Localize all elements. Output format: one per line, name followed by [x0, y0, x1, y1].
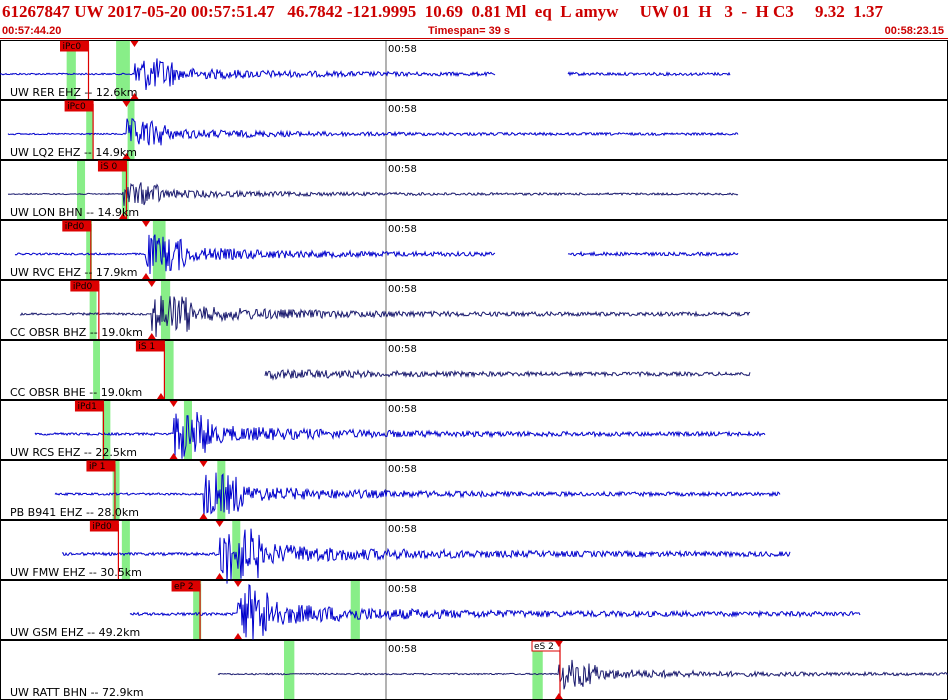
- phase-pick-code: iPc0: [63, 42, 82, 52]
- arrival-marker-top: [199, 461, 208, 467]
- station-panel[interactable]: 00:58 eP 2 UW GSM EHZ -- 49.2km: [0, 580, 948, 640]
- panel-frame: [0, 460, 948, 520]
- phase-pick-code: iPd0: [65, 222, 85, 232]
- station-label: UW RER EHZ -- 12.6km: [10, 86, 137, 99]
- station-label: CC OBSR BHZ -- 19.0km: [10, 326, 143, 339]
- panel-frame: [0, 580, 948, 640]
- arrival-marker-bottom: [199, 513, 208, 519]
- station-label: CC OBSR BHE -- 19.0km: [10, 386, 142, 399]
- phase-pick-code: iPd0: [73, 282, 93, 292]
- station-label: UW RCS EHZ -- 22.5km: [10, 446, 137, 459]
- waveform-trace: [129, 584, 861, 640]
- arrival-marker-top: [142, 221, 150, 227]
- panel-frame: [0, 400, 948, 460]
- minute-tick-label: 00:58: [388, 104, 417, 115]
- station-panel[interactable]: 00:58 iPd1 UW RCS EHZ -- 22.5km: [0, 400, 948, 460]
- waveform-trace: [567, 71, 731, 77]
- phase-pick-code: iPd1: [77, 402, 96, 412]
- phase-pick-code: iPd0: [92, 522, 112, 532]
- phase-pick-code: iP 1: [89, 462, 106, 472]
- phase-pick-code: iS 0: [100, 162, 117, 172]
- pick-window-highlight: [164, 341, 174, 399]
- waveform-trace: [7, 118, 739, 146]
- waveform-trace: [54, 472, 781, 517]
- station-panel[interactable]: 00:58 iPd0 UW RVC EHZ -- 17.9km: [0, 220, 948, 280]
- minute-tick-label: 00:58: [388, 224, 417, 235]
- station-panel[interactable]: 00:58 iS 0 UW LON BHN -- 14.9km: [0, 160, 948, 220]
- panel-frame: [0, 220, 948, 280]
- pick-window-highlight: [284, 641, 295, 699]
- minute-tick-label: 00:58: [388, 644, 417, 655]
- waveform-trace: [217, 659, 948, 690]
- minute-tick-label: 00:58: [388, 524, 417, 535]
- waveform-trace: [264, 368, 751, 381]
- station-panel[interactable]: 00:58 eS 2 UW RATT BHN -- 72.9km: [0, 640, 948, 700]
- arrival-marker-top: [130, 41, 139, 47]
- pick-window-highlight: [350, 581, 360, 639]
- minute-tick-label: 00:58: [388, 284, 417, 295]
- arrival-marker-bottom: [142, 273, 150, 279]
- minute-tick-label: 00:58: [388, 344, 417, 355]
- minute-tick-label: 00:58: [388, 164, 417, 175]
- phase-pick-code: eS 2: [534, 642, 554, 652]
- station-label: UW GSM EHZ -- 49.2km: [10, 626, 140, 639]
- waveform-trace: [34, 411, 766, 459]
- arrival-marker-top: [234, 581, 242, 587]
- arrival-marker-bottom: [215, 573, 224, 579]
- arrival-marker-top: [169, 401, 178, 407]
- arrival-marker-bottom: [147, 333, 156, 339]
- phase-pick-code: iPc0: [67, 102, 86, 112]
- station-label: UW RATT BHN -- 72.9km: [10, 686, 144, 699]
- station-label: PB B941 EHZ -- 28.0km: [10, 506, 139, 519]
- minute-tick-label: 00:58: [388, 584, 417, 595]
- panel-frame: [0, 520, 948, 580]
- panel-frame: [0, 40, 948, 100]
- waveform-trace: [7, 182, 739, 206]
- seismogram-panels: 00:58 iPc0 UW RER EHZ -- 12.6km 00:58 iPc0 UW…: [0, 40, 948, 700]
- station-panel[interactable]: 00:58 iPd0 UW FMW EHZ -- 30.5km: [0, 520, 948, 584]
- station-label: UW LON BHN -- 14.9km: [10, 206, 139, 219]
- arrival-marker-bottom: [156, 393, 165, 399]
- waveform-trace: [567, 250, 739, 258]
- station-panel[interactable]: 00:58 iS 1 CC OBSR BHE -- 19.0km: [0, 340, 948, 400]
- arrival-marker-bottom: [554, 693, 563, 699]
- station-panel[interactable]: 00:58 iPd0 CC OBSR BHZ -- 19.0km: [0, 280, 948, 340]
- station-panel[interactable]: 00:58 iPc0 UW LQ2 EHZ -- 14.9km: [0, 100, 948, 160]
- minute-tick-label: 00:58: [388, 404, 417, 415]
- arrival-marker-top: [147, 281, 156, 287]
- panel-frame: [0, 100, 948, 160]
- station-label: UW FMW EHZ -- 30.5km: [10, 566, 142, 579]
- station-panel[interactable]: 00:58 iPc0 UW RER EHZ -- 12.6km: [0, 40, 948, 100]
- minute-tick-label: 00:58: [388, 464, 417, 475]
- arrival-marker-bottom: [169, 453, 178, 459]
- station-panel[interactable]: 00:58 iP 1 PB B941 EHZ -- 28.0km: [0, 460, 948, 520]
- arrival-marker-bottom: [234, 633, 242, 639]
- station-label: UW RVC EHZ -- 17.9km: [10, 266, 137, 279]
- minute-tick-label: 00:58: [388, 44, 417, 55]
- station-label: UW LQ2 EHZ -- 14.9km: [10, 146, 137, 159]
- phase-pick-code: iS 1: [138, 342, 155, 352]
- waveform-trace: [61, 528, 791, 584]
- phase-pick-code: eP 2: [174, 582, 194, 592]
- arrival-marker-top: [215, 521, 224, 527]
